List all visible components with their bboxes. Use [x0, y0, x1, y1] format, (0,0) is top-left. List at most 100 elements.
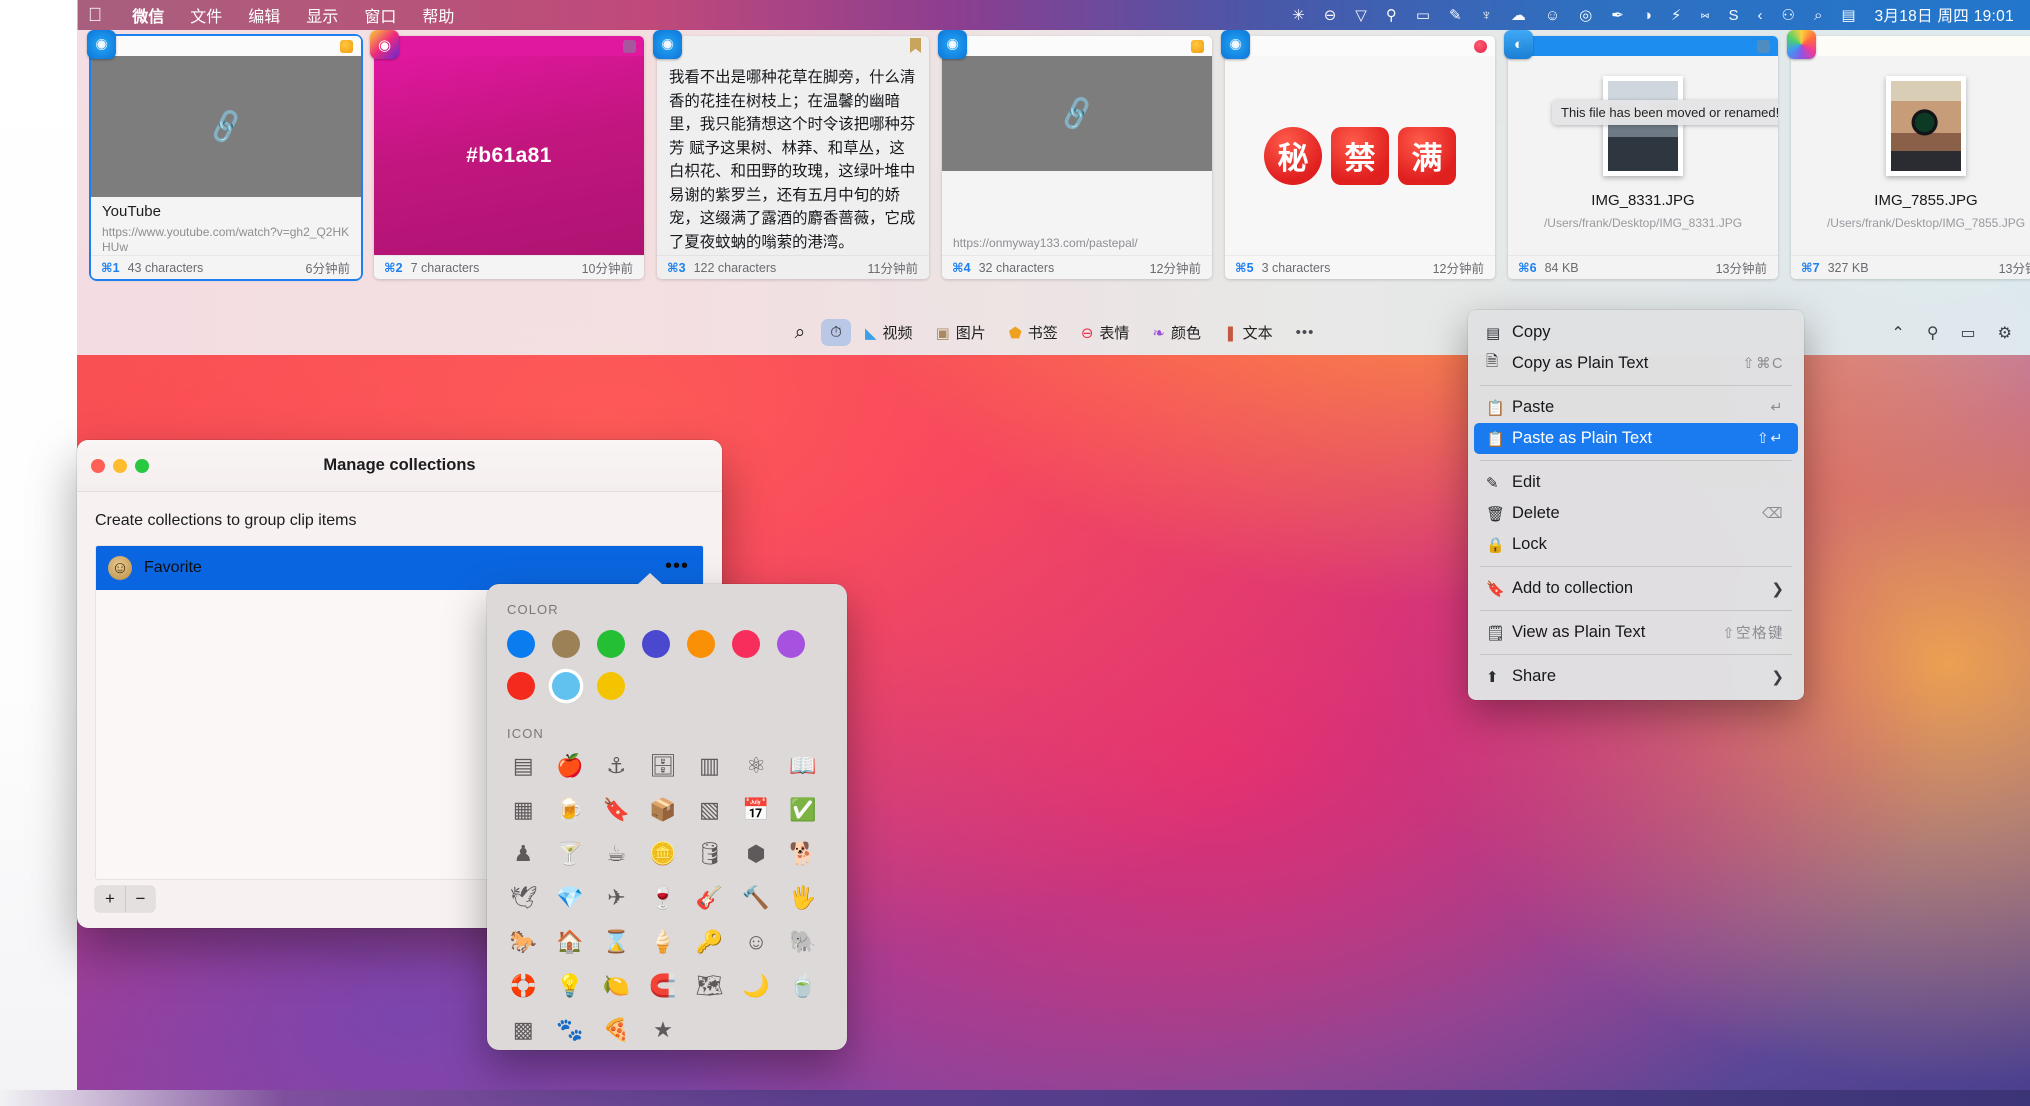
- apple-icon[interactable]: 🍎: [554, 753, 587, 779]
- minimize-button[interactable]: [113, 459, 127, 473]
- cube-icon[interactable]: ⬢: [740, 841, 773, 867]
- dog-icon[interactable]: 🐕: [786, 841, 819, 867]
- clip-card[interactable]: ◉ #b61a81 ⌘2 7 characters 10分钟前: [374, 36, 644, 279]
- status-icon-bolt[interactable]: ⚡: [1671, 6, 1682, 24]
- clip-card[interactable]: IMG_7855.JPG /Users/frank/Desktop/IMG_78…: [1791, 36, 2030, 279]
- lemon-icon[interactable]: 🍋: [600, 973, 633, 999]
- menu-bar-clock[interactable]: 3月18日 周四 19:01: [1875, 4, 2014, 26]
- box-icon[interactable]: 📦: [647, 797, 680, 823]
- status-icon-marker[interactable]: ✒: [1611, 6, 1624, 24]
- key-icon[interactable]: 🔑: [693, 929, 726, 955]
- menu-item-view[interactable]: 显示: [306, 3, 338, 27]
- status-icon-swirl[interactable]: ◑: [1643, 7, 1652, 24]
- coffee-cup-icon[interactable]: ☕: [600, 841, 633, 867]
- status-icon-cloud[interactable]: ☁: [1511, 6, 1526, 24]
- color-swatch-4[interactable]: [687, 630, 715, 658]
- pin-icon[interactable]: ⚲: [1927, 323, 1939, 343]
- star-icon[interactable]: ★: [647, 1017, 680, 1043]
- cocktail-icon[interactable]: 🍸: [554, 841, 587, 867]
- menu-item-window[interactable]: 窗口: [364, 3, 396, 27]
- diamond-ring-icon[interactable]: 💎: [554, 885, 587, 911]
- spotlight-search-icon[interactable]: ⌕: [1814, 7, 1822, 24]
- filter-emoji[interactable]: ⊖ 表情: [1072, 317, 1139, 348]
- color-swatch-6[interactable]: [777, 630, 805, 658]
- bookmark-icon[interactable]: 🔖: [600, 797, 633, 823]
- database-icon[interactable]: 🛢: [693, 841, 726, 867]
- more-filters-button[interactable]: •••: [1287, 319, 1324, 346]
- close-button[interactable]: [91, 459, 105, 473]
- menu-item-share[interactable]: ⬆Share❯: [1474, 661, 1798, 692]
- menu-item-file[interactable]: 文件: [190, 3, 222, 27]
- color-swatch-7[interactable]: [507, 672, 535, 700]
- zoom-button[interactable]: [135, 459, 149, 473]
- status-icon-sequel[interactable]: S: [1728, 7, 1738, 24]
- status-icon-chevron[interactable]: ‹: [1757, 7, 1762, 24]
- collection-options-button[interactable]: •••: [665, 566, 689, 571]
- chess-icon[interactable]: ♟: [507, 841, 540, 867]
- gear-icon[interactable]: ⚙: [1998, 323, 2012, 343]
- hot-mug-icon[interactable]: 🍵: [786, 973, 819, 999]
- filter-color[interactable]: ❧ 颜色: [1143, 317, 1210, 348]
- menu-item-edit[interactable]: ✎Edit: [1474, 467, 1798, 498]
- beer-mug-icon[interactable]: 🍺: [554, 797, 587, 823]
- status-icon-shell[interactable]: ♆: [1481, 7, 1492, 24]
- filter-bookmark[interactable]: ⬟ 书签: [1000, 317, 1067, 348]
- medical-book-icon[interactable]: ▦: [507, 797, 540, 823]
- hammer-icon[interactable]: 🔨: [740, 885, 773, 911]
- add-collection-button[interactable]: +: [95, 886, 125, 912]
- smiley-icon[interactable]: ☺: [740, 929, 773, 955]
- menu-item-app[interactable]: 微信: [132, 3, 164, 27]
- passport-globe-icon[interactable]: ▥: [693, 753, 726, 779]
- filter-video[interactable]: ◣ 视频: [856, 317, 922, 348]
- status-icon-bluetooth[interactable]: ✳: [1292, 6, 1305, 24]
- elephant-icon[interactable]: 🐘: [786, 929, 819, 955]
- color-swatch-2[interactable]: [597, 630, 625, 658]
- menu-item-add-to-collection[interactable]: 🔖Add to collection❯: [1474, 573, 1798, 604]
- ice-cream-icon[interactable]: 🍦: [647, 929, 680, 955]
- color-swatch-9[interactable]: [597, 672, 625, 700]
- open-book-icon[interactable]: 📖: [786, 753, 819, 779]
- window-icon[interactable]: ▭: [1961, 323, 1976, 343]
- apple-logo-icon[interactable]: : [88, 6, 102, 25]
- airplane-icon[interactable]: ✈: [600, 885, 633, 911]
- color-swatch-3[interactable]: [642, 630, 670, 658]
- coins-icon[interactable]: 🪙: [647, 841, 680, 867]
- clip-card[interactable]: ☉ 秘 禁 满 ⌘5 3 characters 12分钟前: [1225, 36, 1495, 279]
- guitar-icon[interactable]: 🎸: [693, 885, 726, 911]
- menu-item-paste[interactable]: 📋Paste↵: [1474, 392, 1798, 423]
- dove-icon[interactable]: 🕊: [507, 885, 540, 911]
- paw-print-icon[interactable]: 🐾: [554, 1017, 587, 1043]
- anchor-icon[interactable]: ⚓: [600, 753, 633, 779]
- collapse-chevron-icon[interactable]: ⌃: [1891, 323, 1904, 343]
- menu-item-delete[interactable]: 🗑Delete⌫: [1474, 498, 1798, 529]
- filter-text[interactable]: ❚ 文本: [1215, 317, 1282, 348]
- hand-icon[interactable]: 🖐: [786, 885, 819, 911]
- horse-icon[interactable]: 🐎: [507, 929, 540, 955]
- moon-icon[interactable]: 🌙: [740, 973, 773, 999]
- control-center-icon[interactable]: ▤: [1841, 6, 1855, 24]
- menu-item-help[interactable]: 帮助: [422, 3, 454, 27]
- archive-box-icon[interactable]: 🗄: [647, 753, 680, 779]
- status-icon-display[interactable]: ▭: [1416, 6, 1430, 24]
- address-book-icon[interactable]: ▤: [507, 753, 540, 779]
- clip-card[interactable]: ☉ 🔗 https://onmyway133.com/pastepal/ ⌘4 …: [942, 36, 1212, 279]
- menu-item-copy[interactable]: ▤Copy: [1474, 317, 1798, 348]
- menu-item-lock[interactable]: 🔒Lock: [1474, 529, 1798, 560]
- check-circle-icon[interactable]: ✅: [786, 797, 819, 823]
- open-box-icon[interactable]: ▧: [693, 797, 726, 823]
- status-icon-dropper[interactable]: ⚲: [1386, 6, 1397, 24]
- menu-item-view-as-plain-text[interactable]: 🗒View as Plain Text⇧空格键: [1474, 617, 1798, 648]
- clip-card[interactable]: ◐ IMG_8331.JPG /Users/frank/Desktop/IMG_…: [1508, 36, 1778, 279]
- clip-card[interactable]: ☉ 🔗 YouTube https://www.youtube.com/watc…: [91, 36, 361, 279]
- hourglass-icon[interactable]: ⌛: [600, 929, 633, 955]
- search-button[interactable]: ⌕: [784, 317, 817, 349]
- filter-image[interactable]: ▣ 图片: [927, 317, 995, 348]
- lightbulb-icon[interactable]: 💡: [554, 973, 587, 999]
- calendar-icon[interactable]: 📅: [740, 797, 773, 823]
- color-swatch-8[interactable]: [552, 672, 580, 700]
- status-icon-face[interactable]: ☺: [1545, 7, 1560, 24]
- martini-glass-icon[interactable]: 🍷: [647, 885, 680, 911]
- pizza-icon[interactable]: 🍕: [600, 1017, 633, 1043]
- color-swatch-0[interactable]: [507, 630, 535, 658]
- status-icon-clipboard[interactable]: ▽: [1355, 6, 1367, 24]
